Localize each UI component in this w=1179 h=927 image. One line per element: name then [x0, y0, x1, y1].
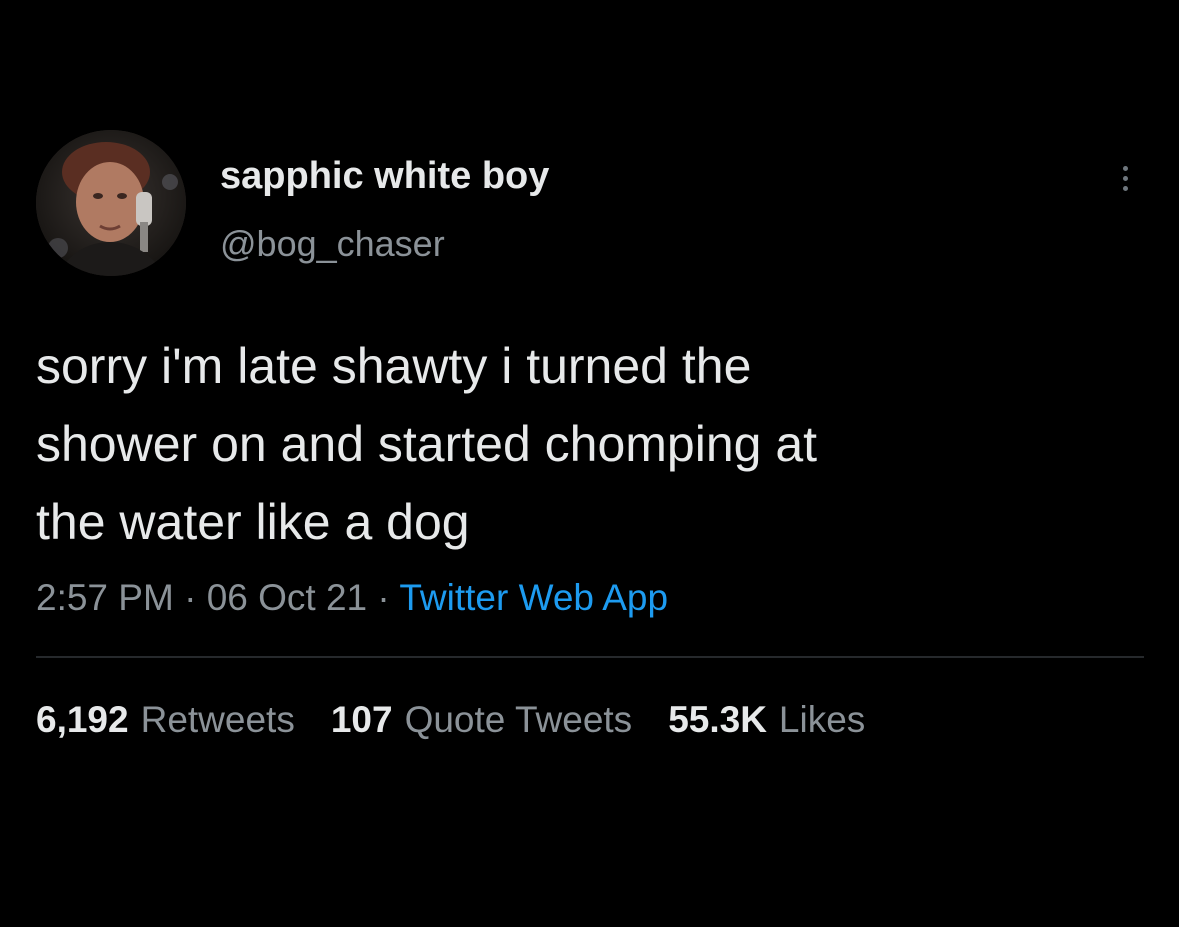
more-vertical-icon[interactable] [1110, 158, 1140, 198]
tweet-stats: 6,192 Retweets 107 Quote Tweets 55.3K Likes [36, 697, 865, 743]
retweets-stat[interactable]: 6,192 Retweets [36, 697, 295, 743]
likes-label: Likes [778, 699, 866, 740]
display-name[interactable]: sapphic white boy [220, 154, 549, 198]
quote-tweets-count: 107 [330, 699, 393, 740]
tweet-text-line: shower on and started chomping at [36, 416, 818, 472]
user-handle[interactable]: @bog_chaser [220, 223, 445, 265]
meta-separator: · [184, 577, 207, 618]
likes-stat[interactable]: 55.3K Likes [668, 697, 865, 743]
likes-count: 55.3K [668, 699, 767, 740]
tweet-text-line: sorry i'm late shawty i turned the [36, 338, 752, 394]
divider [36, 656, 1144, 658]
avatar-image [36, 130, 186, 276]
quote-tweets-stat[interactable]: 107 Quote Tweets [331, 697, 632, 743]
tweet-time[interactable]: 2:57 PM [36, 577, 174, 618]
meta-separator: · [377, 577, 400, 618]
tweet-text: sorry i'm late shawty i turned the showe… [36, 327, 1136, 561]
retweets-count: 6,192 [36, 699, 129, 740]
tweet-card: sapphic white boy @bog_chaser sorry i'm … [0, 0, 1179, 927]
tweet-meta: 2:57 PM · 06 Oct 21 · Twitter Web App [36, 575, 668, 621]
tweet-text-line: the water like a dog [36, 494, 470, 550]
retweets-label: Retweets [140, 699, 295, 740]
tweet-date[interactable]: 06 Oct 21 [207, 577, 367, 618]
avatar[interactable] [36, 130, 186, 276]
tweet-source-link[interactable]: Twitter Web App [399, 577, 668, 618]
quote-tweets-label: Quote Tweets [404, 699, 633, 740]
